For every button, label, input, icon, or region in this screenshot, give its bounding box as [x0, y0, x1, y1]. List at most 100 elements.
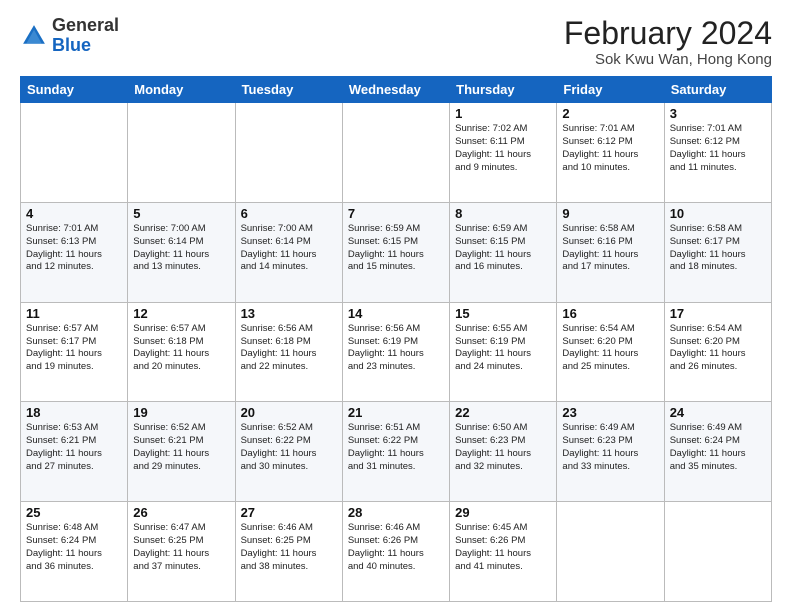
day-info: Sunrise: 6:58 AM Sunset: 6:17 PM Dayligh… — [670, 223, 766, 274]
logo-text: GeneralBlue — [52, 16, 119, 56]
day-header-sunday: Sunday — [21, 77, 128, 103]
day-cell — [235, 103, 342, 203]
day-cell: 24 Sunrise: 6:49 AM Sunset: 6:24 PM Dayli… — [664, 402, 771, 502]
day-cell: 29Sunrise: 6:45 AM Sunset: 6:26 PM Dayli… — [450, 502, 557, 602]
day-number: 7 — [348, 206, 444, 221]
day-info: Sunrise: 6:56 AM Sunset: 6:18 PM Dayligh… — [241, 323, 337, 374]
day-cell: 20Sunrise: 6:52 AM Sunset: 6:22 PM Dayli… — [235, 402, 342, 502]
day-cell: 23 Sunrise: 6:49 AM Sunset: 6:23 PM Dayli… — [557, 402, 664, 502]
day-info: Sunrise: 6:52 AM Sunset: 6:21 PM Dayligh… — [133, 422, 229, 473]
day-cell: 25 Sunrise: 6:48 AM Sunset: 6:24 PM Dayli… — [21, 502, 128, 602]
day-cell — [21, 103, 128, 203]
day-header-tuesday: Tuesday — [235, 77, 342, 103]
day-cell: 13 Sunrise: 6:56 AM Sunset: 6:18 PM Dayli… — [235, 302, 342, 402]
day-header-thursday: Thursday — [450, 77, 557, 103]
calendar-subtitle: Sok Kwu Wan, Hong Kong — [564, 51, 772, 68]
day-info: Sunrise: 6:54 AM Sunset: 6:20 PM Dayligh… — [670, 323, 766, 374]
calendar-page: GeneralBlue February 2024 Sok Kwu Wan, H… — [0, 0, 792, 612]
day-info: Sunrise: 6:52 AM Sunset: 6:22 PM Dayligh… — [241, 422, 337, 473]
day-number: 10 — [670, 206, 766, 221]
day-info: Sunrise: 7:01 AM Sunset: 6:12 PM Dayligh… — [562, 123, 658, 174]
day-number: 11 — [26, 306, 122, 321]
day-number: 2 — [562, 106, 658, 121]
day-cell: 28 Sunrise: 6:46 AM Sunset: 6:26 PM Dayli… — [342, 502, 449, 602]
day-number: 21 — [348, 405, 444, 420]
day-info: Sunrise: 6:51 AM Sunset: 6:22 PM Dayligh… — [348, 422, 444, 473]
day-cell: 19 Sunrise: 6:52 AM Sunset: 6:21 PM Dayli… — [128, 402, 235, 502]
day-number: 9 — [562, 206, 658, 221]
day-cell: 26 Sunrise: 6:47 AM Sunset: 6:25 PM Dayli… — [128, 502, 235, 602]
day-cell: 2 Sunrise: 7:01 AM Sunset: 6:12 PM Daylig… — [557, 103, 664, 203]
day-info: Sunrise: 6:49 AM Sunset: 6:23 PM Dayligh… — [562, 422, 658, 473]
day-info: Sunrise: 6:50 AM Sunset: 6:23 PM Dayligh… — [455, 422, 551, 473]
day-cell: 1Sunrise: 7:02 AM Sunset: 6:11 PM Daylig… — [450, 103, 557, 203]
day-info: Sunrise: 6:46 AM Sunset: 6:25 PM Dayligh… — [241, 522, 337, 573]
day-number: 23 — [562, 405, 658, 420]
day-number: 28 — [348, 505, 444, 520]
day-cell: 15 Sunrise: 6:55 AM Sunset: 6:19 PM Dayli… — [450, 302, 557, 402]
day-info: Sunrise: 7:01 AM Sunset: 6:12 PM Dayligh… — [670, 123, 766, 174]
day-cell: 5 Sunrise: 7:00 AM Sunset: 6:14 PM Daylig… — [128, 202, 235, 302]
day-cell: 3Sunrise: 7:01 AM Sunset: 6:12 PM Daylig… — [664, 103, 771, 203]
day-number: 13 — [241, 306, 337, 321]
week-row-3: 18 Sunrise: 6:53 AM Sunset: 6:21 PM Dayli… — [21, 402, 772, 502]
day-info: Sunrise: 6:59 AM Sunset: 6:15 PM Dayligh… — [348, 223, 444, 274]
day-number: 22 — [455, 405, 551, 420]
day-cell: 14 Sunrise: 6:56 AM Sunset: 6:19 PM Dayli… — [342, 302, 449, 402]
day-info: Sunrise: 6:54 AM Sunset: 6:20 PM Dayligh… — [562, 323, 658, 374]
day-cell — [664, 502, 771, 602]
day-cell: 12 Sunrise: 6:57 AM Sunset: 6:18 PM Dayli… — [128, 302, 235, 402]
day-header-monday: Monday — [128, 77, 235, 103]
day-number: 24 — [670, 405, 766, 420]
day-info: Sunrise: 6:58 AM Sunset: 6:16 PM Dayligh… — [562, 223, 658, 274]
header: GeneralBlue February 2024 Sok Kwu Wan, H… — [20, 16, 772, 68]
day-info: Sunrise: 7:01 AM Sunset: 6:13 PM Dayligh… — [26, 223, 122, 274]
day-cell: 27 Sunrise: 6:46 AM Sunset: 6:25 PM Dayli… — [235, 502, 342, 602]
day-number: 16 — [562, 306, 658, 321]
day-cell: 11 Sunrise: 6:57 AM Sunset: 6:17 PM Dayli… — [21, 302, 128, 402]
logo-icon — [20, 22, 48, 50]
day-cell: 17Sunrise: 6:54 AM Sunset: 6:20 PM Dayli… — [664, 302, 771, 402]
day-info: Sunrise: 6:46 AM Sunset: 6:26 PM Dayligh… — [348, 522, 444, 573]
day-cell — [128, 103, 235, 203]
day-number: 6 — [241, 206, 337, 221]
day-cell: 18 Sunrise: 6:53 AM Sunset: 6:21 PM Dayli… — [21, 402, 128, 502]
day-cell: 16 Sunrise: 6:54 AM Sunset: 6:20 PM Dayli… — [557, 302, 664, 402]
title-block: February 2024 Sok Kwu Wan, Hong Kong — [564, 16, 772, 68]
day-number: 29 — [455, 505, 551, 520]
day-info: Sunrise: 6:57 AM Sunset: 6:18 PM Dayligh… — [133, 323, 229, 374]
week-row-1: 4 Sunrise: 7:01 AM Sunset: 6:13 PM Daylig… — [21, 202, 772, 302]
day-cell: 7 Sunrise: 6:59 AM Sunset: 6:15 PM Daylig… — [342, 202, 449, 302]
day-cell: 9 Sunrise: 6:58 AM Sunset: 6:16 PM Daylig… — [557, 202, 664, 302]
day-info: Sunrise: 6:49 AM Sunset: 6:24 PM Dayligh… — [670, 422, 766, 473]
day-number: 18 — [26, 405, 122, 420]
day-number: 26 — [133, 505, 229, 520]
week-row-4: 25 Sunrise: 6:48 AM Sunset: 6:24 PM Dayli… — [21, 502, 772, 602]
day-info: Sunrise: 6:48 AM Sunset: 6:24 PM Dayligh… — [26, 522, 122, 573]
day-number: 12 — [133, 306, 229, 321]
day-info: Sunrise: 6:59 AM Sunset: 6:15 PM Dayligh… — [455, 223, 551, 274]
day-header-row: SundayMondayTuesdayWednesdayThursdayFrid… — [21, 77, 772, 103]
day-number: 14 — [348, 306, 444, 321]
day-cell: 8 Sunrise: 6:59 AM Sunset: 6:15 PM Daylig… — [450, 202, 557, 302]
day-info: Sunrise: 7:00 AM Sunset: 6:14 PM Dayligh… — [133, 223, 229, 274]
day-header-wednesday: Wednesday — [342, 77, 449, 103]
day-number: 1 — [455, 106, 551, 121]
day-number: 8 — [455, 206, 551, 221]
week-row-2: 11 Sunrise: 6:57 AM Sunset: 6:17 PM Dayli… — [21, 302, 772, 402]
day-number: 19 — [133, 405, 229, 420]
day-number: 5 — [133, 206, 229, 221]
logo: GeneralBlue — [20, 16, 119, 56]
day-number: 27 — [241, 505, 337, 520]
day-header-friday: Friday — [557, 77, 664, 103]
day-number: 15 — [455, 306, 551, 321]
day-number: 25 — [26, 505, 122, 520]
calendar-title: February 2024 — [564, 16, 772, 51]
day-info: Sunrise: 6:55 AM Sunset: 6:19 PM Dayligh… — [455, 323, 551, 374]
calendar-table: SundayMondayTuesdayWednesdayThursdayFrid… — [20, 76, 772, 602]
day-info: Sunrise: 6:47 AM Sunset: 6:25 PM Dayligh… — [133, 522, 229, 573]
day-number: 4 — [26, 206, 122, 221]
day-info: Sunrise: 6:57 AM Sunset: 6:17 PM Dayligh… — [26, 323, 122, 374]
day-info: Sunrise: 6:53 AM Sunset: 6:21 PM Dayligh… — [26, 422, 122, 473]
day-info: Sunrise: 6:56 AM Sunset: 6:19 PM Dayligh… — [348, 323, 444, 374]
